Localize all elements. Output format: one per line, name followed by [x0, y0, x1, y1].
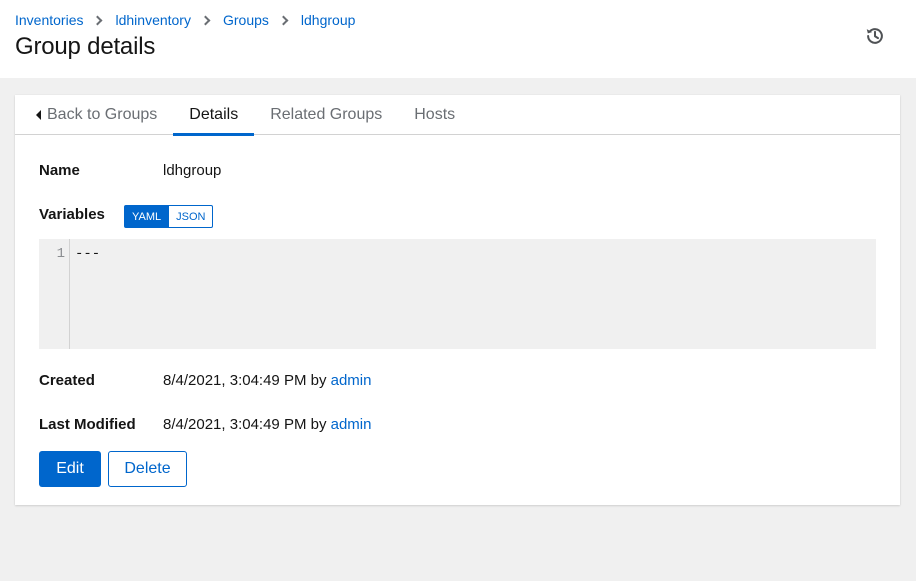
tab-label: Details [189, 106, 239, 123]
last-modified-label: Last Modified [39, 416, 136, 433]
created-value: 8/4/2021, 3:04:49 PM by admin [163, 372, 371, 389]
tab-related-groups[interactable]: Related Groups [254, 95, 398, 135]
modified-by-user-link[interactable]: admin [331, 416, 372, 433]
breadcrumb: Inventories ldhinventory Groups ldhgroup [15, 12, 355, 28]
created-by-user-link[interactable]: admin [331, 372, 372, 389]
group-details-card: Back to Groups Details Related Groups Ho… [15, 95, 900, 505]
tab-label: Related Groups [270, 106, 383, 123]
yaml-toggle-button[interactable]: YAML [124, 205, 170, 228]
delete-button[interactable]: Delete [108, 451, 187, 487]
line-number: 1 [56, 246, 65, 262]
chevron-right-icon [93, 15, 103, 25]
page-header: Inventories ldhinventory Groups ldhgroup… [0, 0, 916, 78]
caret-left-icon [36, 110, 41, 120]
modified-timestamp: 8/4/2021, 3:04:49 PM by [163, 416, 327, 433]
variables-code-editor[interactable]: 1 --- [39, 239, 876, 349]
breadcrumb-inventory[interactable]: ldhinventory [115, 12, 191, 28]
tab-details[interactable]: Details [173, 95, 255, 136]
breadcrumb-inventories[interactable]: Inventories [15, 12, 83, 28]
variables-format-toggle: YAML JSON [124, 205, 214, 228]
tab-label: Hosts [414, 106, 456, 123]
created-timestamp: 8/4/2021, 3:04:49 PM by [163, 372, 327, 389]
created-label: Created [39, 372, 95, 389]
line-number-gutter: 1 [39, 239, 70, 349]
tab-bar: Back to Groups Details Related Groups Ho… [15, 95, 900, 136]
history-icon [866, 28, 883, 44]
edit-button[interactable]: Edit [39, 451, 101, 487]
tab-label: Back to Groups [47, 106, 158, 123]
tab-hosts[interactable]: Hosts [398, 95, 471, 135]
code-line: --- [75, 246, 101, 262]
breadcrumb-groups[interactable]: Groups [223, 12, 269, 28]
chevron-right-icon [200, 15, 211, 25]
breadcrumb-group[interactable]: ldhgroup [301, 12, 356, 28]
json-toggle-button[interactable]: JSON [169, 205, 214, 228]
variables-label: Variables [39, 206, 105, 223]
tab-back-to-groups[interactable]: Back to Groups [15, 95, 173, 135]
name-label: Name [39, 162, 80, 179]
last-modified-value: 8/4/2021, 3:04:49 PM by admin [163, 416, 371, 433]
name-value: ldhgroup [163, 162, 222, 179]
page-title: Group details [15, 33, 156, 60]
history-button[interactable] [864, 25, 886, 47]
chevron-right-icon [278, 15, 289, 25]
